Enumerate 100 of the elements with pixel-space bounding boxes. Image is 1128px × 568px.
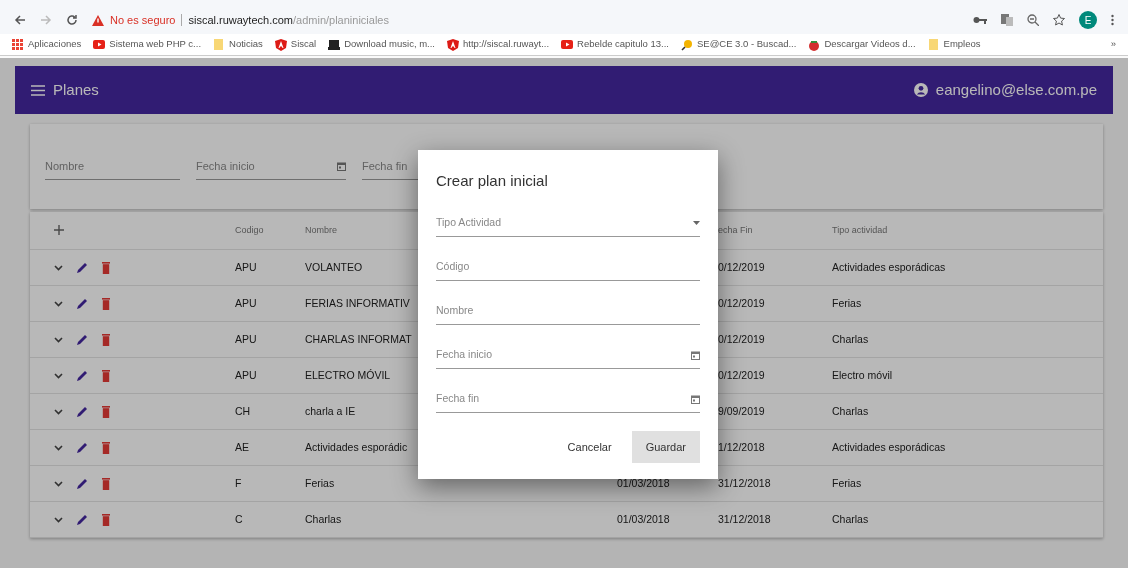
chevron-down-icon[interactable] [54,300,63,307]
apps-icon [12,38,24,51]
bookmark[interactable]: Rebelde capitulo 13... [561,37,669,52]
chevron-down-icon[interactable] [54,444,63,451]
bookmark[interactable]: Aplicaciones [12,37,82,52]
chevron-down-icon[interactable] [54,480,63,487]
table-cell-text: F [235,475,243,491]
table-cell-text: Actividades esporádicas [832,259,947,275]
pencil-icon[interactable] [77,262,88,273]
table-cell-text: 0/12/2019 [718,331,766,347]
pencil-icon[interactable] [77,370,88,381]
table-cell-text: Actividades esporádic [305,439,409,455]
zoom-icon[interactable] [1027,14,1039,26]
trash-icon[interactable] [102,369,110,382]
bookmark[interactable]: http://siscal.ruwayt... [447,37,550,52]
profile-avatar[interactable]: E [1079,11,1097,29]
bookmark[interactable]: Siscal [274,37,317,52]
table-cell-text: CHARLAS INFORMAT [305,331,413,347]
input-field[interactable]: Fecha fin [436,386,700,413]
table-cell-text: Charlas [832,511,870,527]
trash-icon[interactable] [102,405,110,418]
pencil-icon[interactable] [77,514,88,525]
table-cell-text: Ferias [832,295,863,311]
table-cell-text: APU [235,295,258,311]
input-field[interactable]: Tipo Actividad [436,210,700,237]
bookmark[interactable]: Download music, m... [328,37,435,52]
table-cell-text: APU [235,259,258,275]
pencil-icon[interactable] [77,406,88,417]
pencil-icon[interactable] [77,478,88,489]
bookmark[interactable]: Sistema web PHP c... [93,37,202,52]
table-cell: 01/03/2018 [617,512,670,525]
chevron-down-icon[interactable] [54,408,63,415]
table-cell-text: 0/12/2019 [718,295,766,311]
table-cell-text: ELECTRO MÓVIL [305,367,392,383]
table-cell-text: 9/09/2019 [718,403,766,419]
pencil-icon[interactable] [77,334,88,345]
bookmark[interactable]: SE@CE 3.0 - Buscad... [680,37,797,52]
calendar-icon[interactable] [337,161,346,171]
bookmark[interactable]: Descargar Videos d... [808,37,916,52]
video-icon [93,38,106,51]
table-cell-text: 31/12/2018 [718,511,772,527]
table-cell-text: CH [235,403,252,419]
column-header: Codigo [235,223,265,237]
divider-bar [181,14,183,26]
trash-icon[interactable] [102,513,110,526]
table-cell-text: APU [235,367,258,383]
url-field[interactable]: siscal.ruwaytech.com/admin/planiniciales [188,11,389,29]
table-cell-text: Charlas [305,511,343,527]
table-cell-text: Ferias [832,475,863,491]
save-button[interactable]: Guardar [631,430,700,463]
input-field[interactable]: Código [436,254,700,281]
chevron-down-icon[interactable] [54,516,63,523]
calendar-icon[interactable] [691,350,700,360]
table-cell-text: Actividades esporádicas [832,439,947,455]
key-icon[interactable] [973,16,987,24]
security-warning[interactable]: No es seguro [110,11,176,29]
table-cell-text: 31/12/2018 [718,475,772,491]
bookmark[interactable]: Empleos [927,37,981,52]
table-cell-text: AE [235,439,250,455]
back-icon[interactable] [14,14,26,26]
dropdown-caret-icon [693,221,700,225]
trash-icon[interactable] [102,333,110,346]
video-icon [561,38,574,51]
pencil-icon[interactable] [77,298,88,309]
reload-icon[interactable] [66,14,78,26]
more-bookmarks[interactable]: » [1110,37,1116,52]
star-icon[interactable] [1053,14,1065,26]
add-icon[interactable] [54,225,64,236]
trash-icon[interactable] [102,261,110,274]
trash-icon[interactable] [102,297,110,310]
trash-icon[interactable] [102,477,110,490]
account-icon [913,83,928,97]
table-cell-text: charla a IE [305,403,357,419]
pencil-icon[interactable] [77,442,88,453]
table-cell-text: C [235,511,244,527]
chevron-down-icon[interactable] [54,336,63,343]
calendar-icon[interactable] [691,394,700,404]
table-cell-text: 0/12/2019 [718,367,766,383]
bookmark[interactable]: Noticias [213,37,263,52]
trash-icon[interactable] [102,441,110,454]
warning-icon [92,14,104,26]
table-cell-text: FERIAS INFORMATIV [305,295,411,311]
more-icon[interactable] [1111,14,1114,26]
input-field[interactable]: Fecha inicio [436,342,700,369]
table-cell-text: Ferias [305,475,336,491]
chevron-down-icon[interactable] [54,264,63,271]
column-header: Tipo actividad [832,223,889,237]
chevron-down-icon[interactable] [54,372,63,379]
input-field[interactable]: Nombre [436,298,700,325]
app-title: Planes [53,79,99,100]
magnifier-icon [680,38,693,51]
menu-icon[interactable] [31,84,45,96]
table-cell-text: APU [235,331,258,347]
table-cell-text: Electro móvil [832,367,894,383]
shield-icon [274,38,287,51]
user-email: eangelino@else.com.pe [935,79,1097,100]
folder-icon [213,38,226,51]
cancel-button[interactable]: Cancelar [557,430,622,463]
table-cell-text: Charlas [832,403,870,419]
tomato-icon [808,38,821,51]
